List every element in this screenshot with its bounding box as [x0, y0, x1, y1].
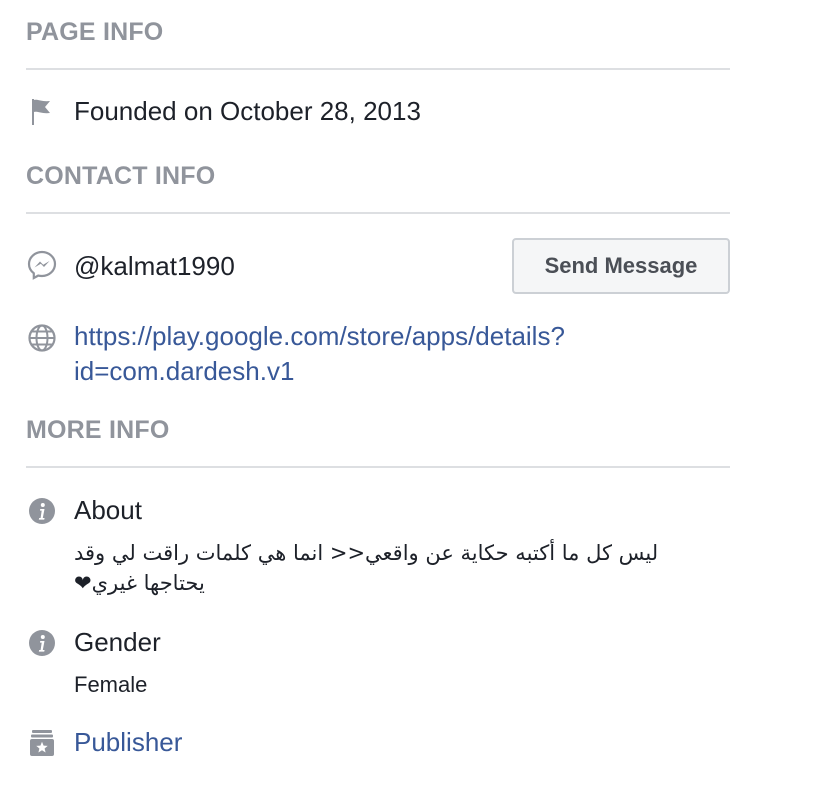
- contact-info-heading: CONTACT INFO: [26, 162, 216, 190]
- more-info-heading: MORE INFO: [26, 416, 170, 444]
- more-info-divider: [26, 466, 730, 468]
- info-icon: [26, 627, 58, 659]
- flag-icon: [26, 96, 58, 128]
- publisher-icon: [26, 727, 58, 759]
- publisher-category-link[interactable]: Publisher: [74, 727, 182, 758]
- send-message-button[interactable]: Send Message: [512, 238, 730, 294]
- page-info-divider: [26, 68, 730, 70]
- info-icon: [26, 495, 58, 527]
- messenger-icon: [26, 249, 58, 281]
- gender-value: Female: [74, 672, 148, 697]
- about-text: ليس كل ما أكتبه حكاية عن واقعي<< انما هي…: [74, 541, 659, 595]
- gender-label: Gender: [74, 627, 161, 657]
- founded-date: Founded on October 28, 2013: [74, 96, 421, 126]
- page-info-heading: PAGE INFO: [26, 18, 164, 46]
- globe-icon: [26, 322, 58, 354]
- contact-info-divider: [26, 212, 730, 214]
- about-label: About: [74, 495, 142, 525]
- messenger-username: @kalmat1990: [74, 251, 235, 281]
- website-link[interactable]: https://play.google.com/store/apps/detai…: [74, 319, 674, 389]
